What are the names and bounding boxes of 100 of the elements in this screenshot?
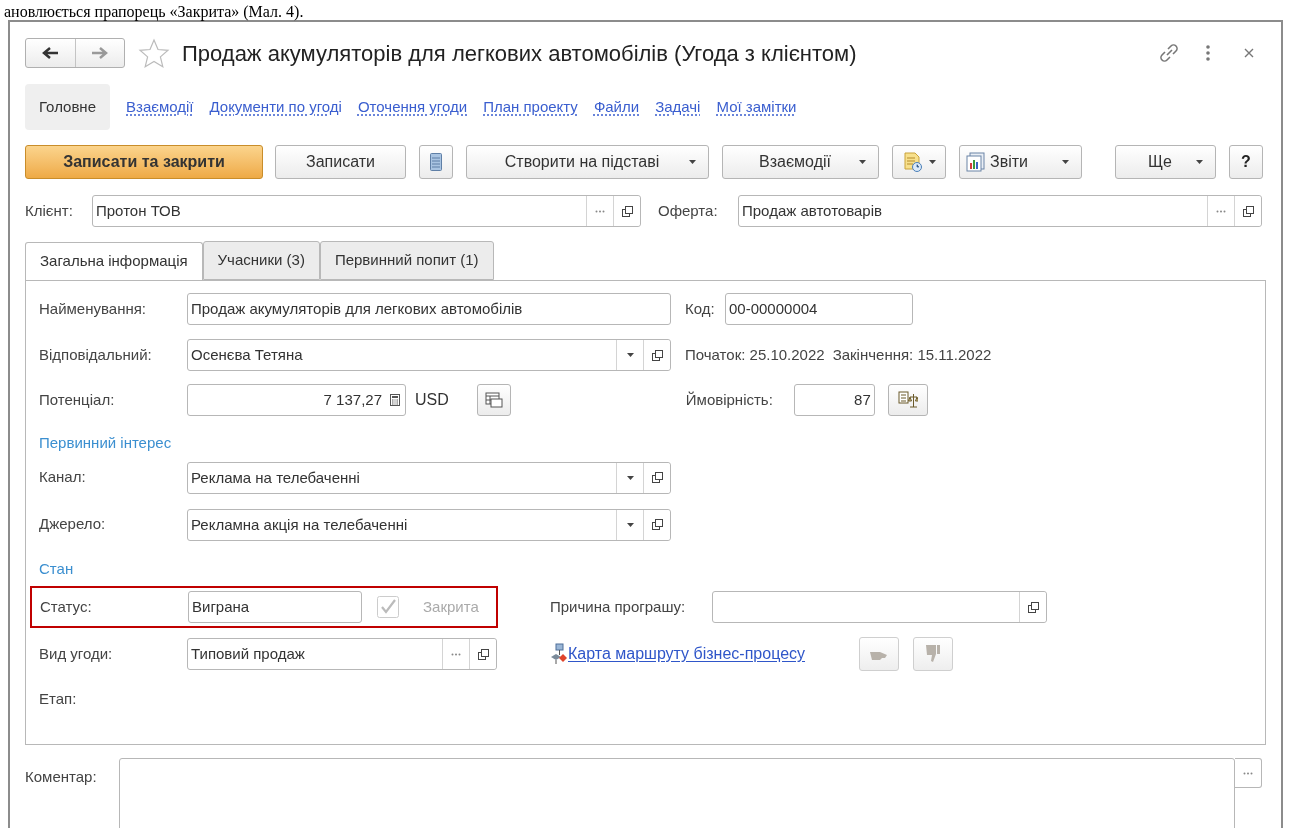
field-label: Ймовірність: bbox=[685, 389, 774, 410]
open-button[interactable] bbox=[469, 639, 496, 669]
field-label: Вид угоди: bbox=[39, 643, 114, 664]
caret-icon bbox=[626, 475, 634, 480]
open-icon bbox=[1027, 601, 1039, 613]
section-link[interactable]: Взаємодії bbox=[126, 95, 194, 119]
tab[interactable]: Загальна інформація bbox=[25, 242, 203, 281]
section-link[interactable]: Оточення угоди bbox=[357, 95, 468, 119]
caret-icon bbox=[1062, 160, 1069, 164]
section-link[interactable]: Файли bbox=[593, 95, 640, 119]
field-label: Канал: bbox=[39, 467, 87, 488]
field-label: Статус: bbox=[40, 596, 93, 617]
caret-icon bbox=[626, 522, 634, 527]
more-icon bbox=[1216, 209, 1226, 213]
field-label: Оферта: bbox=[658, 200, 719, 221]
route-map-link[interactable]: Карта маршруту бізнес-процесу bbox=[568, 642, 806, 666]
link-icon[interactable] bbox=[1158, 42, 1180, 64]
thumbs-down-icon bbox=[925, 644, 942, 664]
list-icon bbox=[430, 153, 442, 171]
calculator-icon bbox=[390, 394, 400, 406]
select-button[interactable] bbox=[1235, 758, 1262, 788]
caret-icon bbox=[859, 160, 866, 164]
input-field[interactable]: Рекламна акція на телебаченні bbox=[187, 508, 671, 541]
section-link[interactable]: Головне bbox=[25, 84, 110, 130]
table-icon bbox=[484, 392, 503, 408]
more-icon bbox=[451, 652, 461, 656]
window-title: Продаж акумуляторів для легкових автомобілів (Угода з клієнтом) bbox=[182, 39, 857, 68]
open-icon bbox=[477, 648, 489, 660]
input-field[interactable]: Виграна bbox=[188, 591, 362, 623]
toolbar-button[interactable]: Записати bbox=[275, 145, 406, 179]
input-field[interactable]: Продаж акумуляторів для легкових автомобілів bbox=[187, 293, 671, 325]
point-button[interactable] bbox=[859, 637, 900, 671]
field-label: Причина програшу: bbox=[550, 596, 687, 617]
more-icon bbox=[1243, 771, 1253, 775]
caret-icon bbox=[928, 160, 936, 164]
back-arrow-icon bbox=[42, 47, 59, 59]
toolbar-button[interactable]: Звіти bbox=[959, 145, 1082, 179]
open-button[interactable] bbox=[643, 509, 670, 540]
open-button[interactable] bbox=[613, 196, 640, 226]
comment-field[interactable] bbox=[119, 758, 1235, 828]
currency-label: USD bbox=[415, 390, 449, 410]
open-icon bbox=[651, 519, 663, 530]
toolbar-button[interactable] bbox=[892, 145, 946, 179]
forward-arrow-icon bbox=[91, 47, 108, 59]
open-button[interactable] bbox=[643, 462, 670, 493]
toolbar-button[interactable]: Створити на підставі bbox=[466, 145, 709, 179]
open-icon bbox=[1242, 205, 1254, 217]
input-field[interactable]: Продаж автотоварів bbox=[738, 195, 1262, 227]
caret-icon bbox=[1196, 160, 1203, 164]
field-label: Найменування: bbox=[39, 298, 147, 319]
field-label: Відповідальний: bbox=[39, 344, 153, 365]
checkbox-label: Закрита bbox=[423, 596, 479, 617]
caption-text: ановлюється прапорець «Закрита» (Мал. 4). bbox=[4, 2, 304, 22]
input-field[interactable]: 00-00000004 bbox=[725, 293, 913, 325]
open-icon bbox=[651, 349, 663, 361]
scales-icon bbox=[897, 391, 918, 409]
field-label: Код: bbox=[685, 298, 716, 319]
open-button[interactable] bbox=[1234, 196, 1261, 226]
caret-icon bbox=[626, 353, 634, 357]
input-field[interactable]: 87 bbox=[793, 384, 875, 416]
input-field[interactable]: Осенєва Тетяна bbox=[187, 339, 671, 371]
navigation-button-group[interactable] bbox=[25, 38, 125, 68]
toolbar-button[interactable]: Взаємодії bbox=[722, 145, 879, 179]
section-link[interactable]: Задачі bbox=[655, 95, 701, 119]
toolbar-button[interactable] bbox=[419, 145, 453, 179]
field-label: Коментар: bbox=[25, 767, 98, 787]
field-label: Етап: bbox=[39, 689, 77, 709]
field-label: Джерело: bbox=[39, 514, 107, 535]
caret-icon bbox=[689, 160, 696, 164]
star-icon[interactable] bbox=[138, 38, 170, 68]
tab[interactable]: Первинний попит (1) bbox=[319, 241, 494, 280]
help-button[interactable]: ? bbox=[1229, 145, 1263, 179]
field-label: Початок: 25.10.2022 bbox=[685, 344, 825, 365]
open-icon bbox=[621, 205, 633, 217]
convert-button[interactable] bbox=[476, 384, 511, 416]
section-link[interactable]: План проекту bbox=[483, 95, 578, 119]
menu-icon[interactable] bbox=[1206, 45, 1210, 61]
tab[interactable]: Учасники (3) bbox=[202, 241, 320, 280]
input-field[interactable]: Реклама на телебаченні bbox=[187, 461, 671, 494]
document-clock-icon bbox=[902, 152, 923, 172]
close-icon[interactable] bbox=[1244, 48, 1254, 58]
input-field[interactable] bbox=[712, 591, 1047, 623]
thumbs-down-button[interactable] bbox=[913, 637, 954, 671]
section-link[interactable]: Мої замітки bbox=[716, 95, 797, 119]
section-heading: Стан bbox=[39, 558, 75, 579]
route-map-icon bbox=[550, 643, 568, 665]
section-heading: Первинний інтерес bbox=[39, 433, 173, 453]
field-label: Клієнт: bbox=[25, 200, 74, 221]
toolbar-button[interactable]: Ще bbox=[1115, 145, 1216, 179]
section-link[interactable]: Документи по угоді bbox=[209, 95, 342, 119]
input-field[interactable]: Типовий продаж bbox=[187, 638, 497, 670]
open-icon bbox=[651, 472, 663, 483]
open-button[interactable] bbox=[643, 340, 670, 370]
input-field[interactable]: Протон ТОВ bbox=[92, 195, 641, 227]
report-icon bbox=[966, 152, 986, 172]
save-and-close-button[interactable]: Записати та закрити bbox=[25, 145, 263, 179]
input-field[interactable]: 7 137,27 bbox=[187, 384, 406, 416]
more-icon bbox=[595, 209, 605, 213]
scales-button[interactable] bbox=[887, 384, 928, 416]
open-button[interactable] bbox=[1019, 592, 1046, 622]
